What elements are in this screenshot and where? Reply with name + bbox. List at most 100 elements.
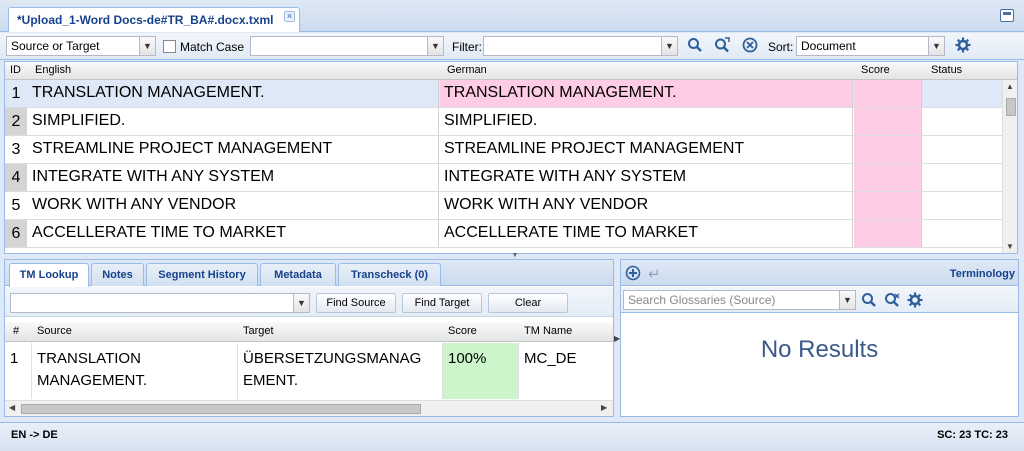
maximize-icon[interactable] [1000, 9, 1014, 22]
tm-result-score: 100% [443, 343, 519, 399]
segment-row[interactable]: 1 TRANSLATION MANAGEMENT. TRANSLATION MA… [5, 80, 1002, 108]
tm-result-source: TRANSLATION MANAGEMENT. [32, 343, 238, 399]
segment-row[interactable]: 6 ACCELLERATE TIME TO MARKET ACCELLERATE… [5, 220, 1002, 248]
segment-status [923, 108, 1002, 135]
segment-id: 3 [11, 141, 21, 158]
column-header-source[interactable]: English [35, 64, 71, 76]
column-header-tm-name[interactable]: TM Name [524, 325, 572, 337]
document-tab-title: *Upload_1-Word Docs-de#TR_BA#.docx.txml [17, 13, 274, 27]
tab-tm-lookup[interactable]: TM Lookup [9, 263, 89, 287]
scrollbar-thumb[interactable] [21, 404, 421, 414]
segment-source[interactable]: STREAMLINE PROJECT MANAGEMENT [28, 136, 439, 163]
segment-source[interactable]: SIMPLIFIED. [28, 108, 439, 135]
segment-score [854, 136, 922, 163]
chevron-down-icon[interactable]: ▼ [427, 37, 443, 55]
document-tab[interactable]: *Upload_1-Word Docs-de#TR_BA#.docx.txml … [8, 7, 300, 32]
document-tab-bar: *Upload_1-Word Docs-de#TR_BA#.docx.txml … [0, 0, 1024, 32]
clear-button[interactable]: Clear [488, 293, 568, 313]
grid-vertical-scrollbar[interactable]: ▲ ▼ [1002, 80, 1017, 253]
segment-target[interactable]: WORK WITH ANY VENDOR [440, 192, 853, 219]
segment-status [923, 220, 1002, 247]
search-icon[interactable] [861, 292, 877, 311]
terminology-title: Terminology [949, 268, 1015, 280]
tm-result-tm-name: MC_DE [524, 350, 577, 367]
search-icon[interactable] [686, 37, 704, 55]
column-header-source[interactable]: Source [37, 325, 72, 337]
segment-row[interactable]: 5 WORK WITH ANY VENDOR WORK WITH ANY VEN… [5, 192, 1002, 220]
clear-search-icon[interactable] [884, 292, 900, 311]
column-header-score[interactable]: Score [448, 325, 477, 337]
search-input[interactable]: ▼ [250, 36, 444, 56]
gear-icon[interactable] [954, 37, 972, 55]
tm-horizontal-scrollbar[interactable]: ◀ ▶ [5, 400, 613, 416]
status-bar: EN -> DE SC: 23 TC: 23 [0, 422, 1024, 451]
match-case-checkbox[interactable] [163, 40, 176, 53]
scroll-left-icon[interactable]: ◀ [9, 403, 15, 412]
tm-result-target: ÜBERSETZUNGSMANAG EMENT. [238, 343, 443, 399]
segment-source[interactable]: ACCELLERATE TIME TO MARKET [28, 220, 439, 247]
segment-target[interactable]: ACCELLERATE TIME TO MARKET [440, 220, 853, 247]
scrollbar-thumb[interactable] [1006, 98, 1016, 116]
tm-result-row[interactable]: 1 TRANSLATION MANAGEMENT. ÜBERSETZUNGSMA… [5, 343, 613, 399]
segment-status [923, 164, 1002, 191]
chevron-down-icon[interactable]: ▼ [139, 37, 155, 55]
splitter-handle[interactable]: ▼ [505, 252, 525, 259]
segment-score [854, 192, 922, 219]
segment-source[interactable]: INTEGRATE WITH ANY SYSTEM [28, 164, 439, 191]
tab-transcheck[interactable]: Transcheck (0) [338, 263, 441, 286]
lookup-panel: TM Lookup Notes Segment History Metadata… [4, 259, 614, 417]
scroll-right-icon[interactable]: ▶ [601, 403, 607, 412]
chevron-down-icon[interactable]: ▼ [839, 291, 855, 309]
chevron-down-icon[interactable]: ▼ [928, 37, 944, 55]
language-pair: EN -> DE [11, 429, 58, 441]
search-scope-select[interactable]: Source or Target ▼ [6, 36, 156, 56]
find-target-button[interactable]: Find Target [402, 293, 482, 313]
scroll-down-icon[interactable]: ▼ [1006, 242, 1014, 251]
segment-row[interactable]: 3 STREAMLINE PROJECT MANAGEMENT STREAMLI… [5, 136, 1002, 164]
chevron-down-icon[interactable]: ▼ [293, 294, 309, 312]
find-source-button[interactable]: Find Source [316, 293, 396, 313]
tab-segment-history[interactable]: Segment History [146, 263, 258, 286]
search-refresh-icon[interactable] [713, 37, 731, 55]
segment-target[interactable]: SIMPLIFIED. [440, 108, 853, 135]
segment-score [854, 164, 922, 191]
column-header-target[interactable]: Target [243, 325, 274, 337]
close-icon[interactable]: × [284, 11, 295, 22]
sort-label: Sort: [768, 40, 794, 54]
tab-notes[interactable]: Notes [91, 263, 144, 286]
gear-icon[interactable] [907, 292, 923, 311]
match-case-label: Match Case [180, 40, 245, 54]
column-header-num[interactable]: # [13, 325, 19, 337]
clear-search-icon[interactable] [741, 37, 759, 55]
segment-target[interactable]: INTEGRATE WITH ANY SYSTEM [440, 164, 853, 191]
segment-row[interactable]: 2 SIMPLIFIED. SIMPLIFIED. [5, 108, 1002, 136]
tab-metadata[interactable]: Metadata [260, 263, 336, 286]
column-header-status[interactable]: Status [931, 64, 962, 76]
lookup-toolbar: ▼ Find Source Find Target Clear [5, 287, 613, 317]
segment-score [854, 108, 922, 135]
segment-source[interactable]: TRANSLATION MANAGEMENT. [28, 80, 439, 107]
add-term-icon[interactable] [625, 265, 641, 284]
chevron-down-icon[interactable]: ▼ [661, 37, 677, 55]
column-header-target[interactable]: German [447, 64, 487, 76]
segment-id: 6 [5, 220, 27, 247]
column-header-score[interactable]: Score [861, 64, 890, 76]
segment-grid: ID English German Score Status 1 TRANSLA… [4, 61, 1018, 254]
tm-results-header: # Source Target Score TM Name [5, 322, 613, 342]
filter-select[interactable]: ▼ [483, 36, 678, 56]
sort-select[interactable]: Document ▼ [796, 36, 945, 56]
segment-row[interactable]: 4 INTEGRATE WITH ANY SYSTEM INTEGRATE WI… [5, 164, 1002, 192]
insert-term-icon[interactable]: ↵ [648, 265, 661, 283]
segment-status [923, 136, 1002, 163]
sort-value: Document [801, 39, 856, 53]
segment-source[interactable]: WORK WITH ANY VENDOR [28, 192, 439, 219]
scroll-up-icon[interactable]: ▲ [1006, 82, 1014, 91]
segment-score [854, 220, 922, 247]
tm-search-input[interactable]: ▼ [10, 293, 310, 313]
segment-target[interactable]: STREAMLINE PROJECT MANAGEMENT [440, 136, 853, 163]
tm-result-num: 1 [5, 343, 32, 399]
glossary-search-input[interactable]: Search Glossaries (Source) ▼ [623, 290, 856, 310]
segment-target[interactable]: TRANSLATION MANAGEMENT. [440, 80, 853, 107]
column-header-id[interactable]: ID [10, 64, 21, 76]
segment-id: 2 [5, 108, 27, 135]
